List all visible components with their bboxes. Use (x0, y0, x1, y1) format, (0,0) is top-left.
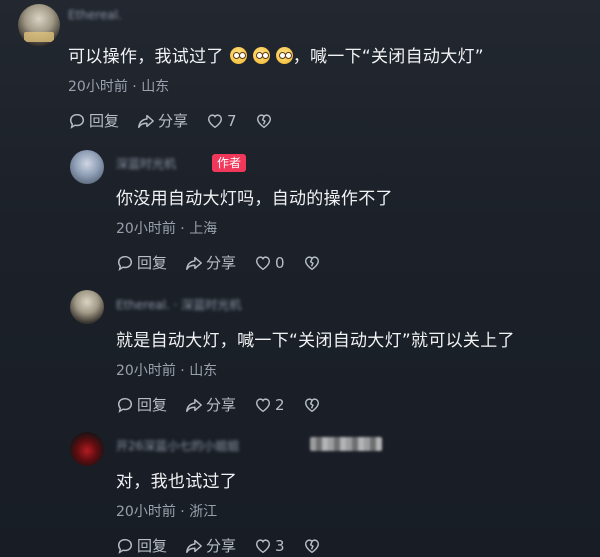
separator: · (180, 363, 185, 379)
comment-text: 你没用自动大灯吗，自动的操作不了 (116, 189, 393, 209)
share-arrow-icon (186, 539, 202, 553)
heart-icon (256, 538, 271, 553)
dislike-button[interactable] (303, 396, 324, 414)
share-button[interactable]: 分享 (185, 394, 236, 415)
comment-text: 就是自动大灯，喊一下“关闭自动大灯”就可以关上了 (116, 331, 515, 351)
blurred-region (310, 437, 382, 451)
avatar[interactable] (70, 150, 104, 184)
comment-text: 对，我也试过了 (116, 472, 238, 492)
heart-icon (256, 397, 271, 412)
comment-actions: 回复 分享 0 (116, 252, 324, 273)
reply-button[interactable]: 回复 (116, 535, 167, 556)
location: 浙江 (189, 504, 218, 520)
dislike-button[interactable] (303, 254, 324, 272)
comment-actions: 回复 分享 2 (116, 394, 324, 415)
comment-meta: 20小时前 · 上海 (116, 218, 217, 238)
like-count: 2 (275, 395, 285, 414)
reply-bubble-icon (117, 397, 133, 413)
reply-button[interactable]: 回复 (116, 394, 167, 415)
location: 上海 (189, 221, 218, 237)
share-arrow-icon (186, 256, 202, 270)
share-button[interactable]: 分享 (185, 252, 236, 273)
like-button[interactable]: 2 (254, 396, 285, 414)
broken-heart-icon (304, 397, 319, 412)
share-button[interactable]: 分享 (185, 535, 236, 556)
comment-actions: 回复 分享 3 (116, 535, 324, 556)
timestamp: 20小时前 (116, 363, 176, 379)
timestamp: 20小时前 (116, 221, 176, 237)
avatar[interactable] (70, 432, 104, 466)
comment-meta: 20小时前 · 浙江 (116, 501, 217, 521)
comment-thread: Ethereal. 可以操作，我试过了 ，喊一下“关闭自动大灯” 20小时前 · … (0, 0, 600, 557)
username[interactable]: 深蓝时光机 (116, 155, 176, 172)
separator: · (180, 221, 185, 237)
share-arrow-icon (186, 398, 202, 412)
like-button[interactable]: 0 (254, 254, 285, 272)
username[interactable]: Ethereal. · 深蓝时光机 (116, 296, 241, 313)
separator: · (180, 504, 185, 520)
reply-button[interactable]: 回复 (116, 252, 167, 273)
heart-icon (256, 255, 271, 270)
broken-heart-icon (304, 538, 319, 553)
like-button[interactable]: 3 (254, 537, 285, 555)
username[interactable]: 开26深蓝小七的小姐姐 (116, 437, 239, 454)
comment-reply: 深蓝时光机 作者 你没用自动大灯吗，自动的操作不了 20小时前 · 上海 回复 … (0, 0, 600, 557)
dislike-button[interactable] (303, 537, 324, 555)
like-count: 0 (275, 253, 285, 272)
timestamp: 20小时前 (116, 504, 176, 520)
location: 山东 (189, 363, 218, 379)
avatar[interactable] (70, 290, 104, 324)
broken-heart-icon (304, 255, 319, 270)
comment-meta: 20小时前 · 山东 (116, 360, 217, 380)
author-badge: 作者 (212, 154, 247, 172)
reply-bubble-icon (117, 255, 133, 271)
like-count: 3 (275, 536, 285, 555)
reply-bubble-icon (117, 538, 133, 554)
